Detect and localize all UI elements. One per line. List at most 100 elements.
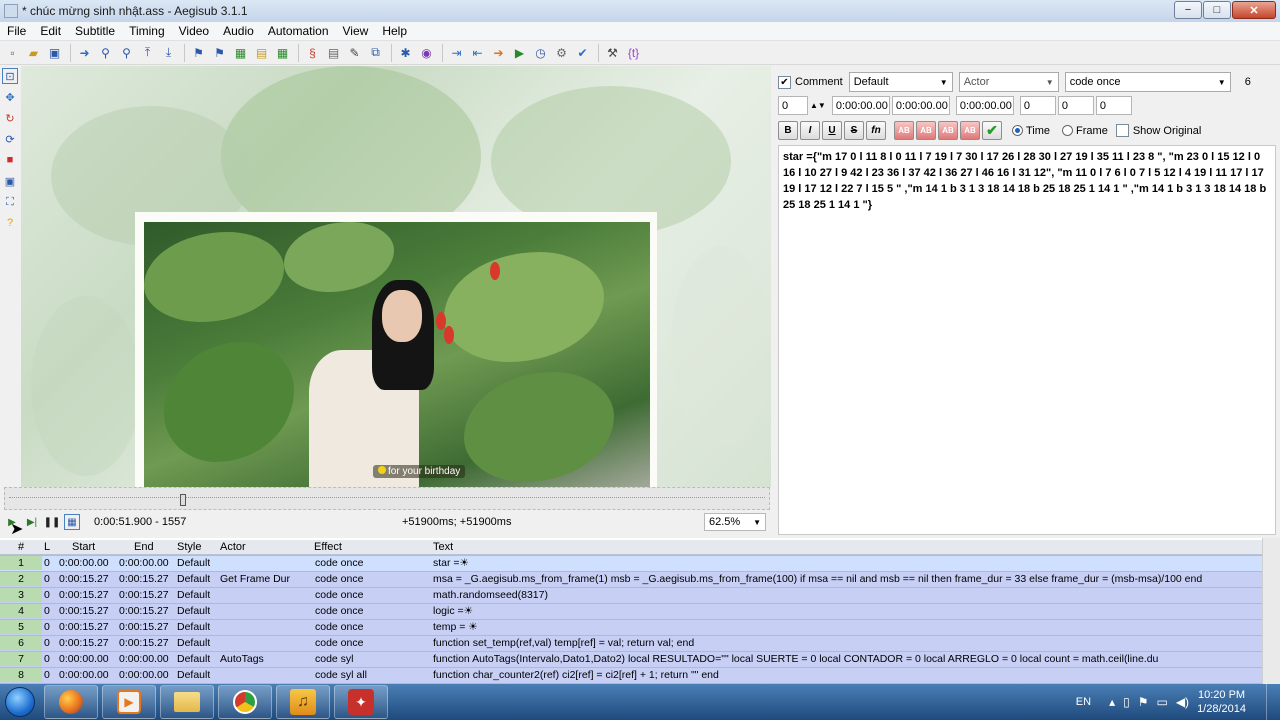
- end-time-field[interactable]: 0:00:00.00: [891, 96, 950, 115]
- rotate-z-icon[interactable]: ↻: [2, 110, 18, 126]
- seek-thumb[interactable]: [180, 494, 186, 506]
- play-line-icon[interactable]: ▶|: [24, 514, 40, 530]
- resample-icon[interactable]: ▦: [273, 43, 292, 62]
- col-number[interactable]: #: [18, 541, 24, 553]
- fonts-collector-icon[interactable]: ▤: [252, 43, 271, 62]
- italic-button[interactable]: I: [800, 121, 820, 140]
- start-button[interactable]: [0, 684, 40, 720]
- translation-icon[interactable]: §: [303, 43, 322, 62]
- col-style[interactable]: Style: [177, 541, 201, 553]
- snap-icon[interactable]: ⚑: [189, 43, 208, 62]
- taskbar-music-player[interactable]: ♫: [276, 685, 330, 719]
- tray-arrow-icon[interactable]: ▴: [1109, 695, 1115, 709]
- keyframes-icon[interactable]: ◷: [531, 43, 550, 62]
- bold-button[interactable]: B: [778, 121, 798, 140]
- table-row[interactable]: 3 0 0:00:15.27 0:00:15.27 Default code once ma…: [0, 588, 1262, 604]
- shift-times-icon[interactable]: ✱: [396, 43, 415, 62]
- jump-to-icon[interactable]: ➜: [75, 43, 94, 62]
- table-row[interactable]: 7 0 0:00:00.00 0:00:00.00 Default AutoTags cod…: [0, 652, 1262, 668]
- grid-scrollbar[interactable]: [1262, 538, 1280, 684]
- col-text[interactable]: Text: [433, 541, 453, 553]
- clip-tool-icon[interactable]: ▣: [2, 173, 18, 189]
- rotate-xy-icon[interactable]: ⟳: [2, 131, 18, 147]
- start-time-field[interactable]: 0:00:00.00: [831, 96, 890, 115]
- set-start-icon[interactable]: ⤒: [138, 43, 157, 62]
- video-seek-bar[interactable]: [4, 487, 770, 510]
- flag-icon[interactable]: ⚑: [1138, 695, 1149, 709]
- styles-manager-icon[interactable]: ◉: [417, 43, 436, 62]
- close-button[interactable]: ✕: [1232, 1, 1276, 19]
- table-row[interactable]: 2 0 0:00:15.27 0:00:15.27 Default Get Frame D…: [0, 572, 1262, 588]
- video-details-icon[interactable]: ⇤: [468, 43, 487, 62]
- primary-color-button[interactable]: AB: [894, 121, 914, 140]
- col-actor[interactable]: Actor: [220, 541, 246, 553]
- font-button[interactable]: fn: [866, 121, 886, 140]
- menu-video[interactable]: Video: [172, 24, 216, 38]
- tools-icon[interactable]: ⚒: [603, 43, 622, 62]
- attachments-icon[interactable]: ▦: [231, 43, 250, 62]
- commit-check-icon[interactable]: ✔: [982, 121, 1002, 140]
- table-row[interactable]: 6 0 0:00:15.27 0:00:15.27 Default code once fu…: [0, 636, 1262, 652]
- taskbar-aegisub[interactable]: ✦: [334, 685, 388, 719]
- table-row[interactable]: 1 0 0:00:00.00 0:00:00.00 Default code once st…: [0, 555, 1263, 573]
- video-display[interactable]: for your birthday: [21, 66, 771, 487]
- zoom-select[interactable]: 62.5% ▼: [704, 513, 766, 531]
- timing-postprocessor-icon[interactable]: ➔: [489, 43, 508, 62]
- replace-icon[interactable]: ⧉: [366, 43, 385, 62]
- show-desktop-button[interactable]: [1266, 684, 1280, 720]
- menu-help[interactable]: Help: [375, 24, 414, 38]
- network-icon[interactable]: ▭: [1156, 695, 1167, 709]
- menu-edit[interactable]: Edit: [33, 24, 68, 38]
- new-file-icon[interactable]: ▫: [3, 43, 22, 62]
- menu-audio[interactable]: Audio: [216, 24, 261, 38]
- standard-tool-icon[interactable]: ⊡: [2, 68, 18, 84]
- clock[interactable]: 10:20 PM 1/28/2014: [1197, 688, 1246, 716]
- duration-field[interactable]: 0:00:00.00: [955, 96, 1014, 115]
- taskbar-media-player[interactable]: ▶: [102, 685, 156, 719]
- taskbar-file-explorer[interactable]: [160, 685, 214, 719]
- col-end[interactable]: End: [134, 541, 154, 553]
- autoscroll-icon[interactable]: ▦: [64, 514, 80, 530]
- actor-select[interactable]: Actor ▼: [958, 72, 1059, 92]
- frame-radio[interactable]: [1062, 125, 1074, 136]
- audio-icon[interactable]: ⇥: [447, 43, 466, 62]
- automation-icon[interactable]: ▶: [510, 43, 529, 62]
- underline-button[interactable]: U: [822, 121, 842, 140]
- move-tool-icon[interactable]: ✥: [2, 89, 18, 105]
- options-icon[interactable]: ⚙: [552, 43, 571, 62]
- properties-icon[interactable]: ⚑: [210, 43, 229, 62]
- col-start[interactable]: Start: [72, 541, 95, 553]
- set-end-icon[interactable]: ⤓: [159, 43, 178, 62]
- table-row[interactable]: 5 0 0:00:15.27 0:00:15.27 Default code once te…: [0, 620, 1262, 636]
- spell-check-icon[interactable]: ▤: [324, 43, 343, 62]
- col-effect[interactable]: Effect: [314, 541, 342, 553]
- menu-timing[interactable]: Timing: [122, 24, 172, 38]
- save-file-icon[interactable]: ▣: [45, 43, 64, 62]
- outline-color-button[interactable]: AB: [938, 121, 958, 140]
- help-icon[interactable]: ?: [2, 215, 18, 231]
- volume-icon[interactable]: ◀): [1176, 695, 1189, 709]
- tag-toggle-icon[interactable]: {t}: [624, 43, 643, 62]
- zoom-out-icon[interactable]: ⚲: [117, 43, 136, 62]
- shadow-color-button[interactable]: AB: [960, 121, 980, 140]
- menu-file[interactable]: File: [0, 24, 33, 38]
- margin-left-field[interactable]: 0: [1019, 96, 1056, 115]
- margin-right-field[interactable]: 0: [1057, 96, 1094, 115]
- language-indicator[interactable]: EN: [1076, 696, 1091, 708]
- table-row[interactable]: 4 0 0:00:15.27 0:00:15.27 Default code once lo…: [0, 604, 1262, 620]
- menu-automation[interactable]: Automation: [261, 24, 336, 38]
- subtitle-text-editor[interactable]: star ={"m 17 0 l 11 8 l 0 11 l 7 19 l 7 …: [778, 145, 1276, 535]
- open-file-icon[interactable]: ▰: [24, 43, 43, 62]
- time-radio[interactable]: [1012, 125, 1023, 136]
- vector-clip-icon[interactable]: ⛶: [2, 194, 18, 210]
- table-row[interactable]: 8 0 0:00:00.00 0:00:00.00 Default code syl al…: [0, 668, 1262, 684]
- show-original-checkbox[interactable]: [1115, 124, 1129, 137]
- zoom-in-icon[interactable]: ⚲: [96, 43, 115, 62]
- effect-select[interactable]: code once ▼: [1064, 72, 1231, 92]
- minimize-button[interactable]: −: [1174, 1, 1202, 19]
- device-icon[interactable]: ▯: [1123, 695, 1130, 709]
- check-icon[interactable]: ✔: [573, 43, 592, 62]
- scale-tool-icon[interactable]: ■: [2, 152, 18, 168]
- style-select[interactable]: Default ▼: [848, 72, 953, 92]
- taskbar-firefox[interactable]: [44, 685, 98, 719]
